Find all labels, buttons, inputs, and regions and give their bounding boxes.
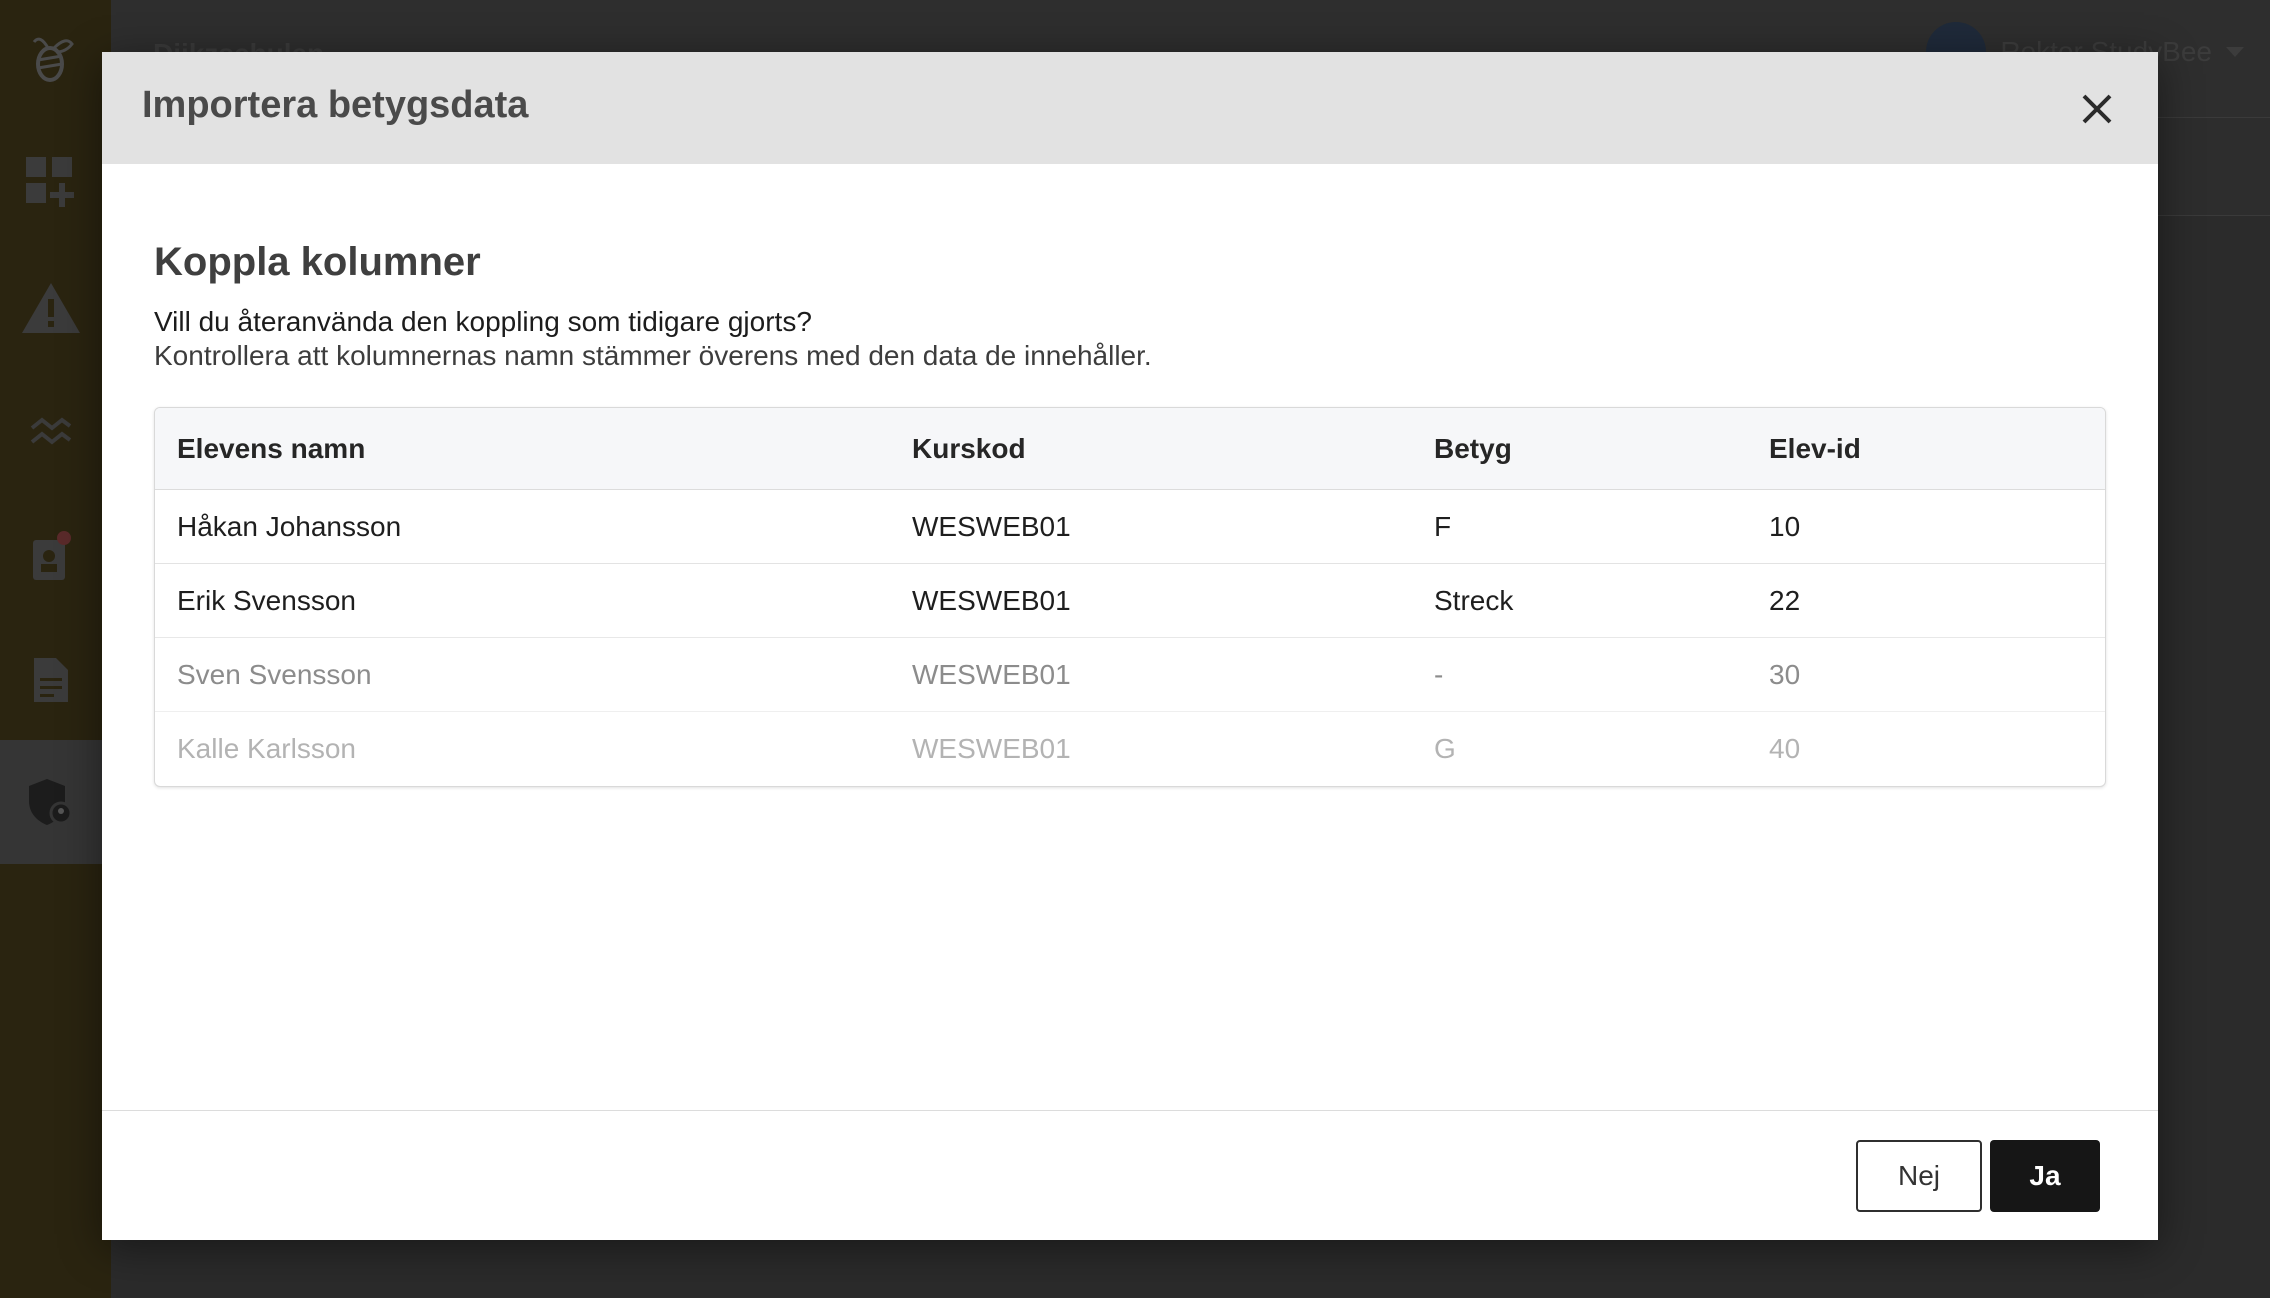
table-row: Håkan Johansson WESWEB01 F 10 bbox=[155, 490, 2105, 564]
table-cell: Sven Svensson bbox=[177, 658, 372, 690]
table-cell: WESWEB01 bbox=[912, 733, 1071, 764]
table-cell: 40 bbox=[1769, 733, 1801, 764]
table-cell: WESWEB01 bbox=[912, 584, 1071, 616]
import-grades-dialog: Importera betygsdata Koppla kolumner Vil… bbox=[102, 52, 2158, 1240]
table-cell: - bbox=[1434, 658, 1444, 690]
close-icon bbox=[2082, 94, 2112, 124]
table-header-row: Elevens namn Kurskod Betyg Elev-id bbox=[155, 408, 2105, 490]
no-button[interactable]: Nej bbox=[1856, 1140, 1982, 1212]
bee-logo-icon[interactable] bbox=[0, 0, 102, 124]
table-cell: Erik Svensson bbox=[177, 584, 356, 616]
table-cell: WESWEB01 bbox=[912, 658, 1071, 690]
trend-icon[interactable] bbox=[0, 370, 102, 494]
dashboard-add-icon[interactable] bbox=[0, 120, 102, 244]
table-cell: Håkan Johansson bbox=[177, 510, 402, 542]
table-cell: 22 bbox=[1769, 584, 1801, 616]
section-title: Koppla kolumner bbox=[154, 240, 481, 284]
document-icon[interactable] bbox=[0, 618, 102, 742]
table-cell: WESWEB01 bbox=[912, 510, 1071, 542]
sidebar bbox=[0, 0, 111, 1298]
student-notification-icon[interactable] bbox=[0, 494, 102, 618]
column-header: Elevens namn bbox=[177, 432, 366, 464]
table-cell: 30 bbox=[1769, 658, 1801, 690]
column-header: Elev-id bbox=[1769, 432, 1861, 464]
shield-admin-icon[interactable] bbox=[0, 740, 102, 864]
table-cell: F bbox=[1434, 510, 1452, 542]
dialog-header: Importera betygsdata bbox=[102, 52, 2158, 164]
column-header: Kurskod bbox=[912, 432, 1026, 464]
column-mapping-table: Elevens namn Kurskod Betyg Elev-id Håkan… bbox=[154, 407, 2106, 787]
column-header: Betyg bbox=[1434, 432, 1512, 464]
mapping-hint: Kontrollera att kolumnernas namn stämmer… bbox=[154, 340, 1152, 371]
warning-icon[interactable] bbox=[0, 246, 102, 370]
chevron-down-icon bbox=[2226, 47, 2244, 57]
dialog-title: Importera betygsdata bbox=[142, 84, 529, 126]
close-button[interactable] bbox=[2074, 86, 2120, 132]
yes-button[interactable]: Ja bbox=[1990, 1140, 2100, 1212]
table-row: Sven Svensson WESWEB01 - 30 bbox=[155, 638, 2105, 712]
reuse-mapping-question: Vill du återanvända den koppling som tid… bbox=[154, 306, 812, 337]
table-row: Erik Svensson WESWEB01 Streck 22 bbox=[155, 564, 2105, 638]
table-cell: Kalle Karlsson bbox=[177, 733, 356, 764]
footer-divider bbox=[102, 1110, 2158, 1111]
table-row: Kalle Karlsson WESWEB01 G 40 bbox=[155, 712, 2105, 786]
table-cell: Streck bbox=[1434, 584, 1514, 616]
table-cell: 10 bbox=[1769, 510, 1801, 542]
table-cell: G bbox=[1434, 733, 1456, 764]
